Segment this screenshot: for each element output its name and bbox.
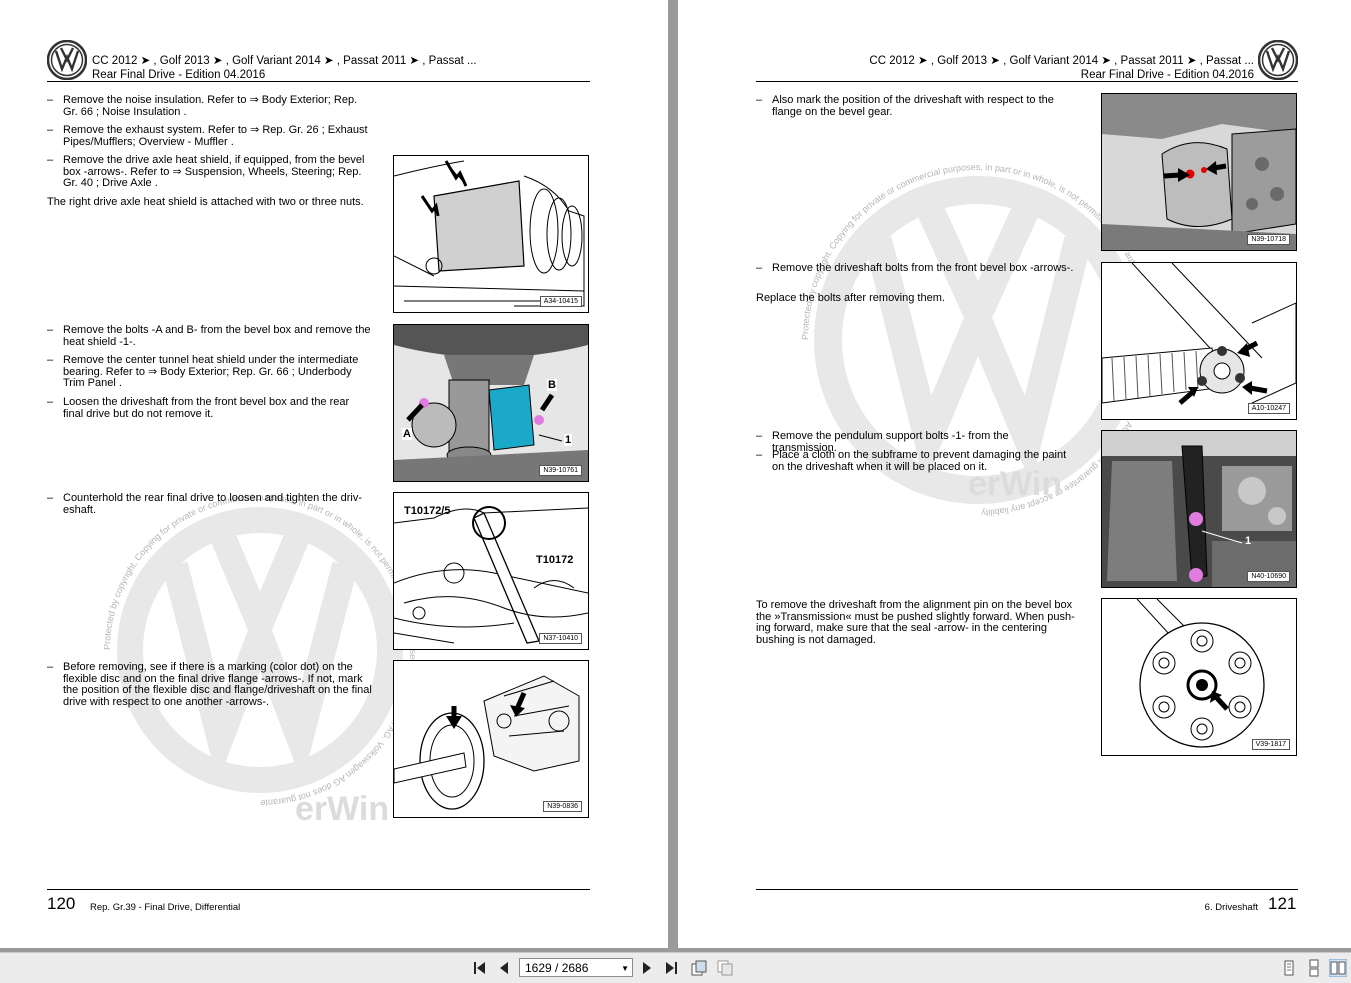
figure-code: A10-10247: [1247, 403, 1290, 414]
viewer-toolbar: 1629 / 2686 ▼: [0, 952, 1351, 983]
rotate-ccw-icon[interactable]: [690, 959, 708, 977]
figure-label: 1: [1245, 535, 1252, 547]
footer-rule: [756, 889, 1298, 890]
figure-code: N40-10690: [1247, 571, 1290, 582]
figure-counterhold-tool: T10172/5 T10172 N37-10410: [393, 492, 589, 650]
rotate-cw-icon[interactable]: [716, 959, 734, 977]
left-page: CC 2012 ➤ , Golf 2013 ➤ , Golf Variant 2…: [0, 0, 668, 948]
footer-rule: [47, 889, 590, 890]
figure-label: T10172: [536, 554, 574, 566]
figure-bevel-box: A B 1 N39-10761: [393, 324, 589, 482]
figure-label: 1: [564, 434, 573, 446]
continuous-page-icon[interactable]: [1305, 959, 1323, 977]
figure-label: B: [547, 379, 557, 391]
header-rule: [47, 81, 590, 82]
vw-logo-icon: [47, 40, 87, 80]
figure-heat-shield: A34-10415: [393, 155, 589, 313]
header-models: CC 2012 ➤ , Golf 2013 ➤ , Golf Variant 2…: [92, 55, 477, 67]
header-subtitle: Rear Final Drive - Edition 04.2016: [92, 69, 266, 81]
figure-driveshaft-bolts: A10-10247: [1101, 262, 1297, 420]
figure-code: A34-10415: [539, 296, 582, 307]
right-page: CC 2012 ➤ , Golf 2013 ➤ , Golf Variant 2…: [678, 0, 1351, 948]
footer-text: 6. Driveshaft: [1204, 902, 1258, 913]
figure-code: N39-0836: [543, 801, 582, 812]
header-models: CC 2012 ➤ , Golf 2013 ➤ , Golf Variant 2…: [869, 55, 1254, 67]
figure-code: N37-10410: [539, 633, 582, 644]
next-page-icon[interactable]: [638, 959, 656, 977]
figure-pendulum-support: 1 N40-10690: [1101, 430, 1297, 588]
note-text: The right drive axle heat shield is atta…: [47, 196, 364, 208]
figure-code: N39-10761: [539, 465, 582, 476]
footer-text: Rep. Gr.39 - Final Drive, Differential: [90, 902, 241, 913]
two-page-icon[interactable]: [1329, 959, 1347, 977]
page-number: 121: [1268, 894, 1297, 913]
single-page-icon[interactable]: [1280, 959, 1298, 977]
note-text: Replace the bolts after removing them.: [756, 292, 945, 304]
watermark-brand: erWin: [295, 790, 389, 828]
page-number-input[interactable]: 1629 / 2686 ▼: [519, 958, 633, 977]
first-page-icon[interactable]: [471, 959, 489, 977]
figure-code: V39-1817: [1251, 739, 1290, 750]
last-page-icon[interactable]: [662, 959, 680, 977]
previous-page-icon[interactable]: [495, 959, 513, 977]
figure-centering-bushing: V39-1817: [1101, 598, 1297, 756]
chevron-down-icon[interactable]: ▼: [621, 959, 629, 978]
figure-driveshaft-flange: N39-10718: [1101, 93, 1297, 251]
figure-code: N39-10718: [1247, 234, 1290, 245]
page-number: 120: [47, 894, 76, 913]
header-subtitle: Rear Final Drive - Edition 04.2016: [1080, 69, 1254, 81]
figure-flexible-disc: N39-0836: [393, 660, 589, 818]
figure-label: T10172/5: [404, 505, 451, 517]
figure-label: A: [402, 428, 412, 440]
header-rule: [756, 81, 1298, 82]
vw-logo-icon: [1258, 40, 1298, 80]
note-text: To remove the driveshaft from the alignm…: [756, 599, 1075, 646]
